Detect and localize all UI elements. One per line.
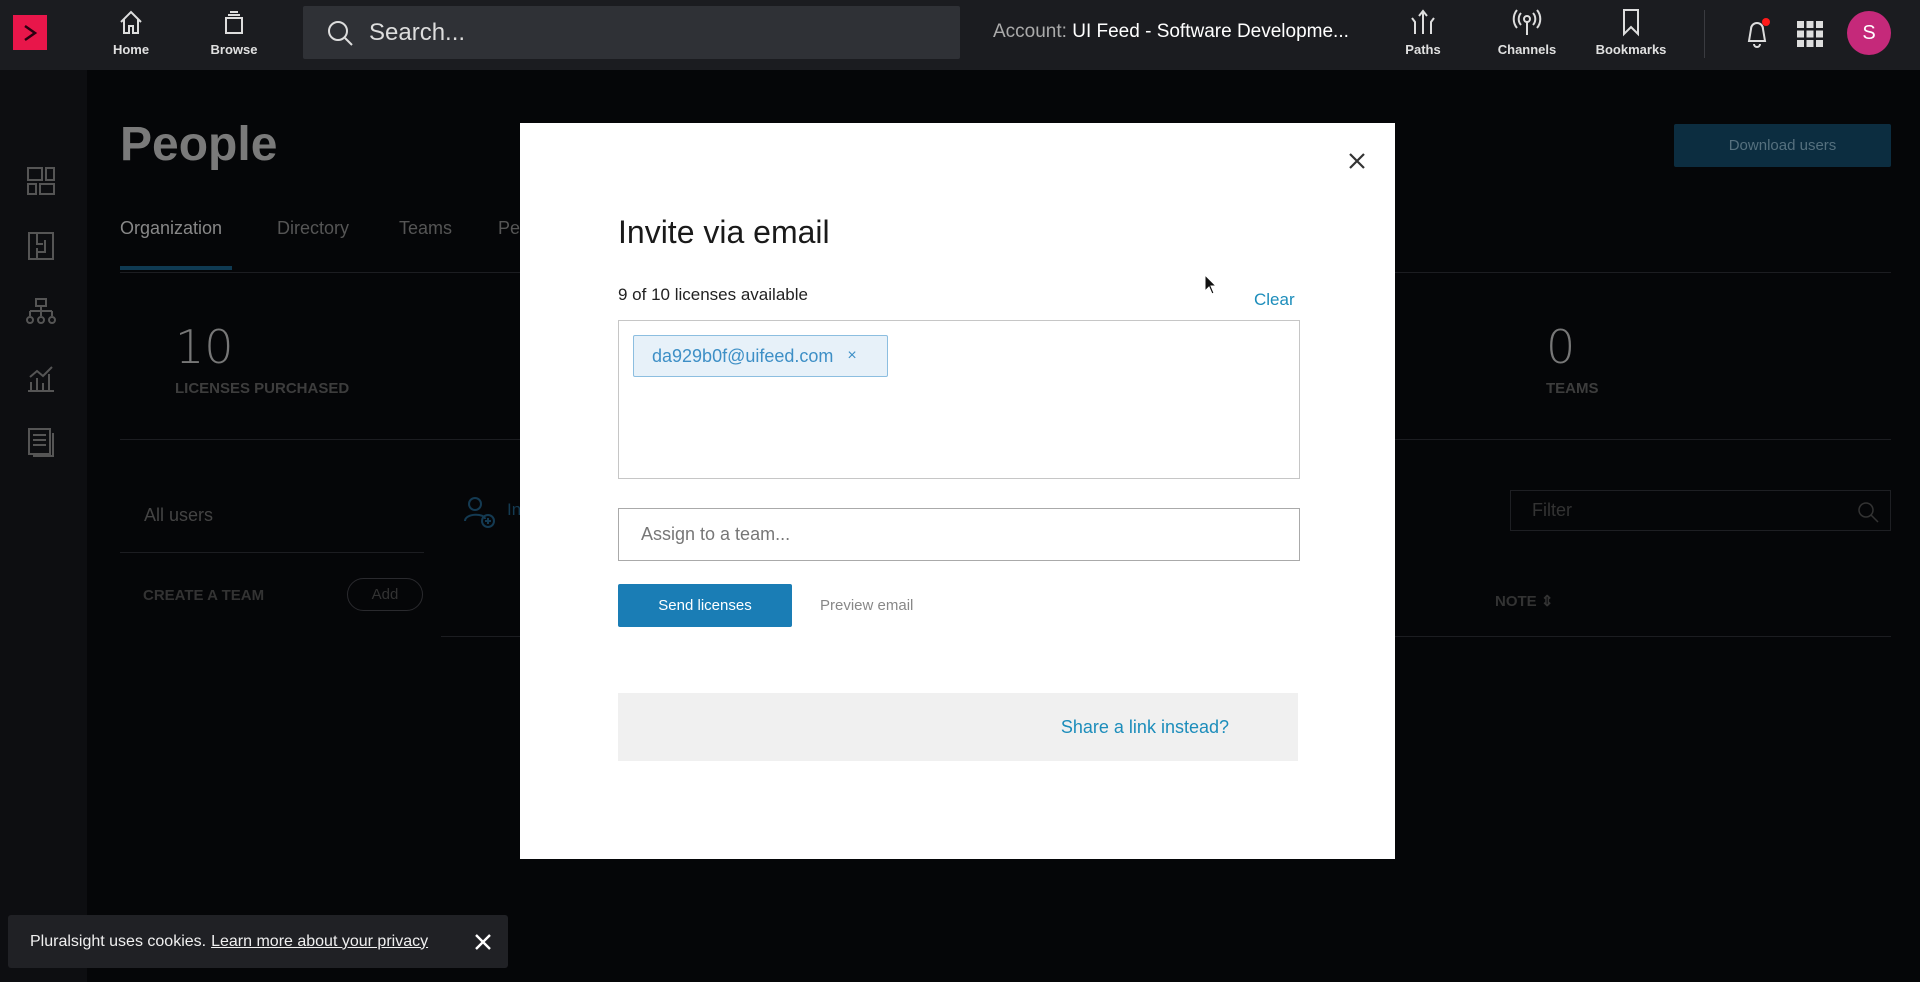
licenses-purchased-count: 10 bbox=[175, 320, 234, 374]
apps-grid-icon[interactable] bbox=[1796, 20, 1824, 48]
nav-channels[interactable]: Channels bbox=[1487, 6, 1567, 64]
home-icon bbox=[120, 10, 142, 34]
bookmark-icon bbox=[1623, 9, 1639, 37]
sort-icon: ⇕ bbox=[1540, 593, 1554, 610]
search-icon bbox=[1858, 502, 1879, 523]
licenses-purchased-label: LICENSES PURCHASED bbox=[175, 380, 350, 397]
modal-title: Invite via email bbox=[618, 214, 830, 250]
cookie-banner: Pluralsight uses cookies. Learn more abo… bbox=[8, 915, 508, 968]
download-users-button[interactable]: Download users bbox=[1674, 124, 1891, 167]
cookie-text: Pluralsight uses cookies. bbox=[30, 932, 207, 950]
nav-browse-label: Browse bbox=[210, 42, 258, 57]
share-link-panel: Share a link instead? bbox=[618, 693, 1298, 761]
assign-team-input[interactable]: Assign to a team... bbox=[618, 508, 1300, 561]
browse-icon bbox=[225, 11, 243, 34]
analytics-icon[interactable] bbox=[25, 362, 57, 394]
nav-browse[interactable]: Browse bbox=[194, 6, 274, 64]
search-input[interactable]: Search... bbox=[303, 6, 960, 59]
email-chip-text: da929b0f@uifeed.com bbox=[652, 345, 834, 366]
sidebar-divider bbox=[120, 552, 424, 553]
close-icon[interactable] bbox=[1346, 150, 1368, 172]
share-link-button[interactable]: Share a link instead? bbox=[1061, 717, 1229, 738]
search-placeholder: Search... bbox=[369, 18, 466, 46]
divider bbox=[1704, 10, 1705, 58]
left-sidebar bbox=[0, 70, 87, 982]
mouse-cursor-icon bbox=[1204, 274, 1218, 295]
tab-organization[interactable]: Organization bbox=[120, 218, 222, 239]
nav-paths[interactable]: Paths bbox=[1383, 6, 1463, 64]
note-column-header[interactable]: NOTE ⇕ bbox=[1495, 592, 1553, 610]
invite-user-icon[interactable] bbox=[462, 493, 498, 529]
paths-icon bbox=[1411, 9, 1435, 34]
org-chart-icon[interactable] bbox=[25, 296, 57, 328]
teams-label: TEAMS bbox=[1546, 380, 1599, 397]
nav-paths-label: Paths bbox=[1405, 42, 1441, 57]
pluralsight-logo[interactable] bbox=[13, 15, 47, 50]
preview-email-link[interactable]: Preview email bbox=[820, 597, 913, 614]
top-navigation-bar: Home Browse Search... Account: UI Feed -… bbox=[0, 0, 1920, 70]
all-users-link[interactable]: All users bbox=[144, 505, 213, 526]
filter-placeholder: Filter bbox=[1532, 500, 1572, 520]
tab-teams[interactable]: Teams bbox=[399, 218, 452, 239]
clear-button[interactable]: Clear bbox=[1254, 290, 1295, 310]
assign-team-placeholder: Assign to a team... bbox=[641, 524, 791, 544]
page-title: People bbox=[120, 118, 278, 171]
reports-icon[interactable] bbox=[25, 426, 57, 458]
create-team-label: CREATE A TEAM bbox=[143, 587, 265, 604]
close-icon[interactable] bbox=[474, 933, 492, 951]
active-tab-indicator bbox=[120, 266, 232, 270]
tab-directory[interactable]: Directory bbox=[277, 218, 349, 239]
email-chip: da929b0f@uifeed.com × bbox=[633, 335, 888, 377]
dashboard-icon[interactable] bbox=[25, 165, 57, 197]
account-switcher[interactable]: Account: UI Feed - Software Developme... bbox=[993, 21, 1349, 43]
nav-bookmarks-label: Bookmarks bbox=[1595, 42, 1667, 57]
teams-count: 0 bbox=[1546, 320, 1576, 374]
nav-bookmarks[interactable]: Bookmarks bbox=[1591, 6, 1671, 64]
remove-email-button[interactable]: × bbox=[847, 347, 856, 365]
nav-home-label: Home bbox=[112, 42, 150, 57]
privacy-link[interactable]: Learn more about your privacy bbox=[211, 933, 428, 951]
user-avatar[interactable]: S bbox=[1847, 11, 1891, 55]
notification-bell-icon[interactable] bbox=[1740, 17, 1772, 49]
account-label: Account: bbox=[993, 21, 1067, 42]
note-column-label: NOTE bbox=[1495, 593, 1537, 610]
nav-channels-label: Channels bbox=[1497, 42, 1557, 57]
filter-input[interactable]: Filter bbox=[1510, 490, 1891, 531]
tab-pe[interactable]: Pe bbox=[498, 218, 520, 239]
send-licenses-button[interactable]: Send licenses bbox=[618, 584, 792, 627]
channels-icon bbox=[1512, 9, 1542, 35]
skills-icon[interactable] bbox=[25, 230, 57, 262]
search-icon bbox=[328, 20, 353, 46]
account-name: UI Feed - Software Developme... bbox=[1072, 21, 1349, 42]
licenses-available: 9 of 10 licenses available bbox=[618, 285, 808, 304]
add-team-button[interactable]: Add bbox=[347, 578, 423, 611]
nav-home[interactable]: Home bbox=[91, 6, 171, 64]
